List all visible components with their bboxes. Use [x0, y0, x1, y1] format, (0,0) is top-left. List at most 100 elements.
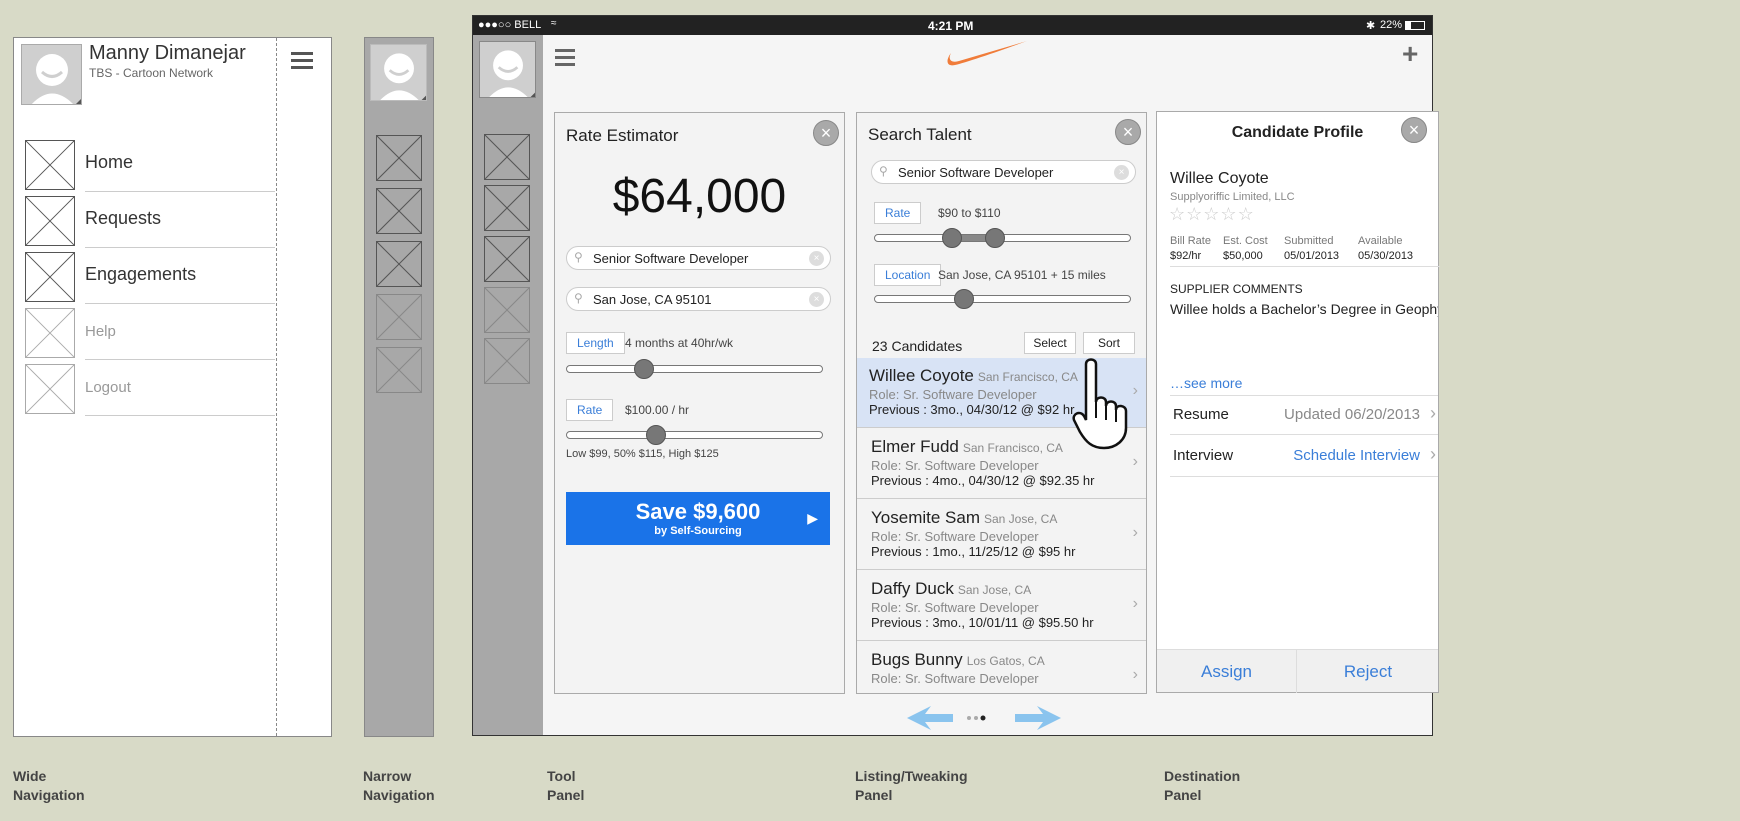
rate-max-knob[interactable]: [984, 228, 1005, 248]
help-icon[interactable]: [376, 294, 422, 340]
engagements-icon[interactable]: [376, 241, 422, 287]
help-icon[interactable]: [484, 287, 530, 333]
rate-slider[interactable]: [566, 425, 823, 445]
select-button[interactable]: Select: [1024, 332, 1076, 354]
hamburger-menu-icon[interactable]: [555, 49, 575, 66]
user-name: Manny Dimanejar: [89, 42, 246, 64]
interview-row[interactable]: Interview Schedule Interview ›: [1170, 435, 1438, 477]
chevron-right-icon: ›: [1430, 444, 1436, 464]
user-avatar[interactable]: [479, 41, 536, 98]
submitted-label: Submitted: [1284, 235, 1334, 247]
nav-item-home[interactable]: Home: [25, 138, 275, 192]
battery-level: 22%: [1380, 19, 1403, 31]
candidate-role: Role: Sr. Software Developer: [871, 458, 1039, 473]
logout-icon[interactable]: [484, 338, 530, 384]
requests-icon[interactable]: [484, 185, 530, 231]
engagements-icon: [25, 252, 75, 302]
close-icon[interactable]: ×: [813, 120, 839, 146]
candidate-role: Role: Sr. Software Developer: [871, 600, 1039, 615]
resume-label: Resume: [1173, 406, 1229, 423]
estimated-amount: $64,000: [612, 170, 787, 223]
star-icon: ☆: [1220, 204, 1237, 224]
add-icon[interactable]: +: [1402, 38, 1418, 70]
length-slider[interactable]: [566, 359, 823, 379]
rate-chip[interactable]: Rate: [566, 399, 614, 421]
rate-chip[interactable]: Rate: [874, 202, 922, 224]
nav-item-help[interactable]: Help: [25, 306, 275, 360]
rate-min-knob[interactable]: [941, 228, 962, 248]
user-avatar[interactable]: [370, 44, 427, 101]
location-value: San Jose, CA 95101 + 15 miles: [938, 268, 1106, 282]
role-search-input[interactable]: ⚲ Senior Software Developer ×: [566, 246, 831, 270]
nav-item-logout[interactable]: Logout: [25, 362, 275, 416]
nav-item-label: Help: [85, 323, 116, 340]
assign-button[interactable]: Assign: [1157, 650, 1297, 693]
clear-icon[interactable]: ×: [1114, 165, 1129, 180]
length-chip[interactable]: Length: [566, 332, 625, 354]
home-icon[interactable]: [484, 134, 530, 180]
candidate-company: Supplyoriffic Limited, LLC: [1170, 191, 1295, 203]
hamburger-menu-icon[interactable]: [291, 52, 313, 70]
divider: [276, 38, 277, 736]
nav-item-label: Engagements: [85, 264, 197, 284]
user-avatar[interactable]: [21, 44, 82, 105]
rate-value: $100.00 / hr: [625, 403, 690, 417]
caption-destination-panel: Destination Panel: [1164, 768, 1241, 803]
nav-item-label: Requests: [85, 208, 162, 228]
candidate-row[interactable]: Yosemite Sam San Jose, CA Role: Sr. Softw…: [857, 500, 1146, 570]
panel-title: Candidate Profile: [1231, 124, 1364, 141]
star-icon: ☆: [1237, 204, 1254, 224]
rate-estimator-panel: Rate Estimator × $64,000 ⚲ Senior Softwar…: [554, 112, 845, 694]
reject-button[interactable]: Reject: [1298, 650, 1438, 693]
talent-search-input[interactable]: ⚲ Senior Software Developer ×: [871, 160, 1136, 184]
nav-item-engagements[interactable]: Engagements: [25, 250, 275, 304]
engagements-icon[interactable]: [484, 236, 530, 282]
close-icon[interactable]: ×: [1115, 119, 1141, 145]
candidate-row[interactable]: Bugs Bunny Los Gatos, CA Role: Sr. Softwa…: [857, 642, 1146, 693]
location-slider-knob[interactable]: [954, 289, 975, 309]
location-chip[interactable]: Location: [874, 264, 942, 286]
interview-label: Interview: [1173, 447, 1234, 464]
candidate-name: Yosemite Sam: [871, 508, 980, 527]
candidate-previous: : 3mo., 04/30/12 @ $92 hr: [919, 402, 1075, 417]
requests-icon[interactable]: [376, 188, 422, 234]
caption-narrow-navigation: Narrow Navigation: [363, 768, 435, 803]
close-icon[interactable]: ×: [1401, 117, 1427, 143]
see-more-link[interactable]: …see more: [1170, 375, 1242, 391]
candidate-role: Role: Sr. Software Developer: [869, 387, 1037, 402]
play-icon: ▶: [807, 510, 818, 526]
bluetooth-icon: ✱: [1366, 20, 1376, 32]
candidate-location: San Francisco, CA: [962, 441, 1063, 455]
home-icon[interactable]: [376, 135, 422, 181]
chevron-right-icon: ›: [1132, 524, 1138, 541]
candidate-name: Bugs Bunny: [871, 650, 963, 669]
candidate-location: Los Gatos, CA: [966, 654, 1045, 668]
location-search-input[interactable]: ⚲ San Jose, CA 95101 ×: [566, 287, 831, 311]
rate-slider-knob[interactable]: [646, 425, 667, 445]
home-icon: [25, 140, 75, 190]
candidate-location: San Jose, CA: [983, 512, 1058, 526]
rating-stars[interactable]: ☆☆☆☆☆: [1169, 204, 1255, 225]
est-cost: $50,000: [1223, 250, 1263, 262]
nav-item-label: Home: [85, 152, 134, 172]
sort-button[interactable]: Sort: [1083, 332, 1135, 354]
length-slider-knob[interactable]: [633, 359, 654, 379]
app-header: +: [543, 35, 1432, 93]
nike-logo: [947, 41, 1027, 66]
arrow-left-icon: [907, 706, 953, 730]
resume-row[interactable]: Resume Updated 06/20/2013 ›: [1170, 395, 1438, 435]
nav-item-requests[interactable]: Requests: [25, 194, 275, 248]
page-indicator[interactable]: [905, 704, 1063, 732]
rate-range-slider[interactable]: [874, 228, 1131, 248]
search-talent-panel: Search Talent × ⚲ Senior Software Develop…: [856, 112, 1147, 694]
panel-title: Rate Estimator: [566, 126, 679, 145]
location-slider[interactable]: [874, 289, 1131, 309]
candidate-previous-label: Previous: [871, 615, 922, 630]
schedule-interview-link[interactable]: Schedule Interview: [1293, 447, 1420, 464]
save-button[interactable]: Save $9,600 by Self-Sourcing ▶: [566, 492, 830, 545]
clear-icon[interactable]: ×: [809, 292, 824, 307]
candidate-row[interactable]: Daffy Duck San Jose, CA Role: Sr. Softwar…: [857, 571, 1146, 641]
logout-icon[interactable]: [376, 347, 422, 393]
chevron-right-icon: ›: [1430, 403, 1436, 423]
clear-icon[interactable]: ×: [809, 251, 824, 266]
